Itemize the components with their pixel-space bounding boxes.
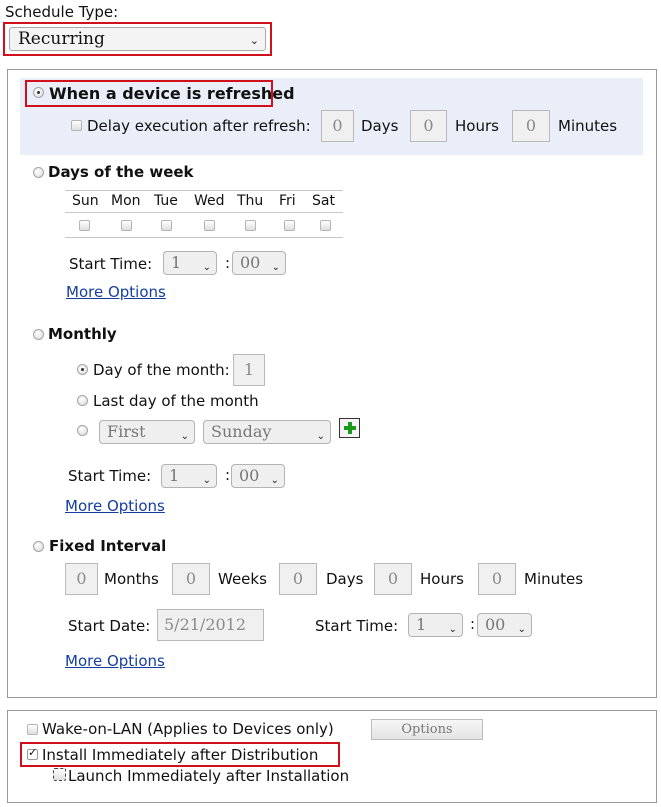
weekly-minute-value: 00 [240, 253, 261, 272]
start-date-label: Start Date: [68, 617, 151, 635]
interval-minutes-label: Minutes [524, 570, 584, 588]
interval-days-input[interactable]: 0 [279, 563, 317, 595]
install-immediately-label: Install Immediately after Distribution [42, 746, 319, 764]
weekday-of-month-radio[interactable] [77, 425, 88, 436]
weekly-label: Days of the week [48, 163, 194, 181]
fixed-interval-radio[interactable] [33, 541, 44, 552]
weekdays-table: Sun Mon Tue Wed Thu Fri Sat [65, 190, 343, 238]
day-checkbox-sun[interactable] [79, 220, 90, 231]
day-of-month-radio[interactable] [77, 364, 88, 375]
schedule-type-select[interactable]: Recurring ⌄ [9, 27, 266, 51]
chevron-down-icon: ⌄ [202, 262, 211, 273]
refresh-radio[interactable] [33, 87, 44, 98]
schedule-type-value: Recurring [18, 29, 105, 49]
day-header-tue: Tue [154, 193, 178, 209]
day-checkbox-mon[interactable] [121, 220, 132, 231]
interval-months-label: Months [104, 570, 159, 588]
monthly-hour-select[interactable]: 1 ⌄ [161, 464, 217, 488]
wake-on-lan-checkbox[interactable] [27, 724, 38, 735]
day-checkbox-wed[interactable] [204, 220, 215, 231]
day-checkbox-fri[interactable] [284, 220, 295, 231]
wake-on-lan-label: Wake-on-LAN (Applies to Devices only) [42, 720, 334, 738]
monthly-start-time-label: Start Time: [68, 467, 152, 485]
monthly-label: Monthly [48, 325, 117, 343]
last-day-label: Last day of the month [93, 392, 259, 410]
monthly-more-options-link[interactable]: More Options [65, 497, 165, 515]
delay-hours-input[interactable]: 0 [410, 110, 447, 142]
install-immediately-checkbox[interactable] [27, 746, 38, 760]
fixed-start-time-label: Start Time: [315, 617, 399, 635]
weekly-minute-select[interactable]: 00 ⌄ [232, 251, 286, 275]
weekly-more-options-link[interactable]: More Options [66, 283, 166, 301]
delay-minutes-label: Minutes [558, 117, 618, 135]
fixed-minute-value: 00 [485, 615, 506, 634]
delay-days-label: Days [361, 117, 399, 135]
monthly-hour-value: 1 [169, 466, 180, 485]
weekly-time-separator: : [225, 254, 231, 272]
chevron-down-icon: ⌄ [316, 431, 325, 442]
weekly-radio[interactable] [33, 167, 44, 178]
interval-hours-label: Hours [420, 570, 464, 588]
day-header-thu: Thu [237, 193, 264, 209]
chevron-down-icon: ⌄ [448, 624, 457, 635]
interval-months-input[interactable]: 0 [65, 563, 98, 595]
interval-days-label: Days [326, 570, 364, 588]
chevron-down-icon: ⌄ [271, 262, 280, 273]
interval-weeks-label: Weeks [218, 570, 267, 588]
schedule-type-highlight: Recurring ⌄ [3, 22, 272, 56]
interval-minutes-input[interactable]: 0 [478, 563, 516, 595]
delay-days-input[interactable]: 0 [321, 110, 354, 142]
day-header-fri: Fri [279, 193, 296, 209]
fixed-more-options-link[interactable]: More Options [65, 652, 165, 670]
chevron-down-icon: ⌄ [270, 475, 279, 486]
weekday-select[interactable]: Sunday ⌄ [203, 420, 331, 444]
day-of-month-label: Day of the month: [93, 361, 230, 379]
weekly-start-time-label: Start Time: [69, 255, 153, 273]
chevron-down-icon: ⌄ [202, 475, 211, 486]
day-header-wed: Wed [194, 193, 225, 209]
start-date-input[interactable]: 5/21/2012 [157, 609, 264, 641]
launch-immediately-checkbox[interactable] [53, 768, 66, 781]
weekly-hour-value: 1 [171, 253, 182, 272]
delay-label: Delay execution after refresh: [87, 117, 311, 135]
fixed-hour-select[interactable]: 1 ⌄ [408, 613, 463, 637]
options-button[interactable]: Options [371, 719, 483, 740]
monthly-minute-value: 00 [239, 466, 260, 485]
chevron-down-icon: ⌄ [517, 624, 526, 635]
fixed-minute-select[interactable]: 00 ⌄ [477, 613, 532, 637]
schedule-type-label: Schedule Type: [5, 3, 119, 21]
last-day-radio[interactable] [77, 395, 88, 406]
day-checkbox-sat[interactable] [320, 220, 331, 231]
delay-hours-label: Hours [455, 117, 499, 135]
day-of-month-input[interactable]: 1 [233, 354, 265, 386]
delay-minutes-input[interactable]: 0 [512, 110, 550, 142]
interval-hours-input[interactable]: 0 [374, 563, 412, 595]
launch-immediately-label: Launch Immediately after Installation [68, 767, 350, 785]
ordinal-select[interactable]: First ⌄ [99, 420, 195, 444]
monthly-radio[interactable] [33, 329, 44, 340]
chevron-down-icon: ⌄ [180, 431, 189, 442]
refresh-label: When a device is refreshed [49, 84, 295, 103]
interval-weeks-input[interactable]: 0 [172, 563, 210, 595]
monthly-time-separator: : [225, 466, 231, 484]
day-header-sun: Sun [72, 193, 99, 209]
fixed-interval-label: Fixed Interval [49, 537, 167, 555]
weekday-value: Sunday [211, 422, 272, 441]
monthly-minute-select[interactable]: 00 ⌄ [231, 464, 285, 488]
chevron-down-icon: ⌄ [249, 34, 259, 47]
day-checkbox-thu[interactable] [245, 220, 256, 231]
day-header-sat: Sat [312, 193, 335, 209]
day-checkbox-tue[interactable] [161, 220, 172, 231]
fixed-hour-value: 1 [416, 615, 427, 634]
weekly-hour-select[interactable]: 1 ⌄ [163, 251, 217, 275]
day-header-mon: Mon [111, 193, 141, 209]
delay-checkbox[interactable] [71, 120, 82, 131]
ordinal-value: First [107, 422, 146, 441]
add-plus-icon[interactable] [339, 418, 360, 438]
fixed-time-separator: : [470, 615, 476, 633]
